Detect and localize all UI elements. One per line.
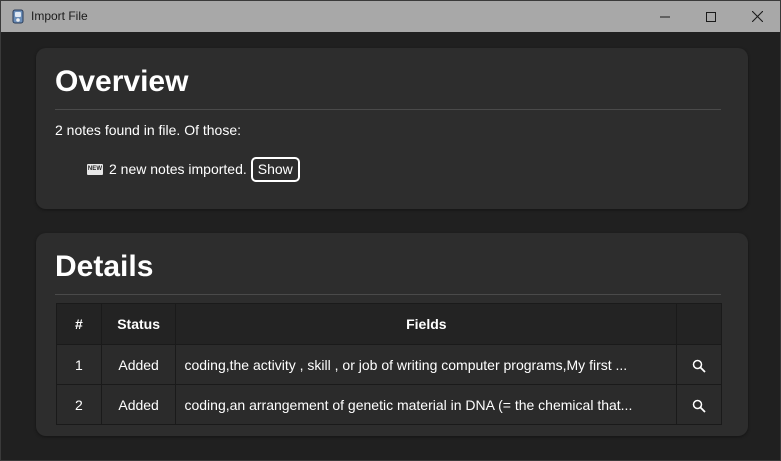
- row-status: Added: [100, 344, 177, 385]
- details-heading: Details: [55, 250, 154, 283]
- column-header-fields[interactable]: Fields: [175, 303, 678, 345]
- show-button[interactable]: Show: [250, 156, 300, 182]
- new-notes-line: NEW 2 new notes imported. Show: [87, 156, 300, 182]
- search-icon[interactable]: [692, 396, 706, 413]
- close-icon: [751, 11, 763, 22]
- new-badge-icon: NEW: [87, 163, 103, 175]
- column-header-number[interactable]: #: [56, 303, 102, 345]
- overview-divider: [55, 109, 721, 110]
- overview-summary: 2 notes found in file. Of those:: [55, 122, 242, 138]
- table-row[interactable]: 2 Added coding,an arrangement of genetic…: [56, 384, 722, 425]
- title-bar[interactable]: Import File: [1, 1, 780, 32]
- column-header-action: [676, 303, 722, 345]
- maximize-icon: [706, 11, 716, 22]
- maximize-button[interactable]: [688, 1, 734, 32]
- table-row[interactable]: 1 Added coding,the activity , skill , or…: [56, 344, 722, 385]
- window-title: Import File: [31, 9, 88, 23]
- row-fields: coding,an arrangement of genetic materia…: [175, 384, 678, 425]
- column-header-status[interactable]: Status: [100, 303, 177, 345]
- row-fields: coding,the activity , skill , or job of …: [175, 344, 678, 385]
- row-action-cell[interactable]: [676, 344, 722, 385]
- new-notes-text: 2 new notes imported.: [109, 161, 247, 177]
- search-icon[interactable]: [692, 356, 706, 373]
- details-divider: [55, 294, 721, 295]
- minimize-icon: [660, 12, 670, 22]
- overview-card: Overview 2 notes found in file. Of those…: [36, 48, 748, 209]
- dialog-content: Overview 2 notes found in file. Of those…: [2, 32, 780, 460]
- row-status: Added: [100, 384, 177, 425]
- import-file-window: Import File Overview 2 notes found in fi…: [0, 0, 781, 461]
- row-action-cell[interactable]: [676, 384, 722, 425]
- details-card: Details # Status Fields 1 Added coding,t…: [36, 233, 748, 436]
- overview-heading: Overview: [55, 65, 189, 98]
- row-number: 1: [56, 344, 102, 385]
- table-header-row: # Status Fields: [56, 303, 722, 345]
- minimize-button[interactable]: [642, 1, 688, 32]
- app-icon: [11, 9, 25, 24]
- details-table: # Status Fields 1 Added coding,the activ…: [56, 303, 722, 425]
- close-button[interactable]: [734, 1, 780, 32]
- row-number: 2: [56, 384, 102, 425]
